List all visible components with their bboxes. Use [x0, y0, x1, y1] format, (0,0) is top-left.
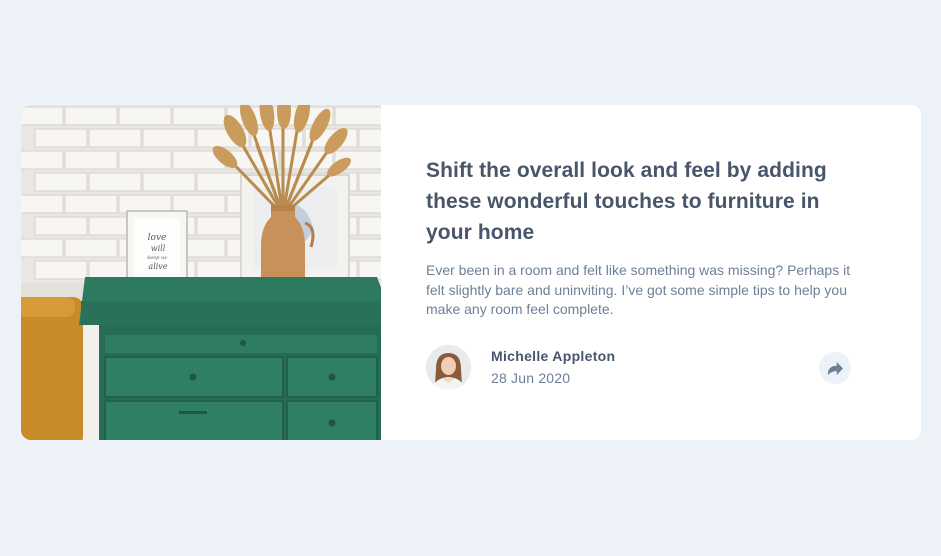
share-icon [827, 361, 843, 375]
svg-text:love: love [148, 233, 167, 243]
share-button[interactable] [819, 352, 851, 384]
article-title: Shift the overall look and feel by addin… [426, 159, 827, 244]
svg-text:keep us: keep us [147, 255, 167, 261]
svg-text:alive: alive [148, 262, 167, 271]
article-card: love will keep us alive Shift the overal… [21, 105, 921, 440]
author-row: Michelle Appleton 28 Jun 2020 [426, 345, 851, 391]
author-avatar [426, 345, 471, 390]
article-image: love will keep us alive [21, 105, 381, 440]
article-excerpt: Ever been in a room and felt like someth… [426, 262, 851, 317]
publish-date: 28 Jun 2020 [491, 370, 571, 386]
svg-text:will: will [151, 244, 166, 253]
article-content: Shift the overall look and feel by addin… [381, 105, 921, 440]
author-name[interactable]: Michelle Appleton [491, 348, 615, 364]
